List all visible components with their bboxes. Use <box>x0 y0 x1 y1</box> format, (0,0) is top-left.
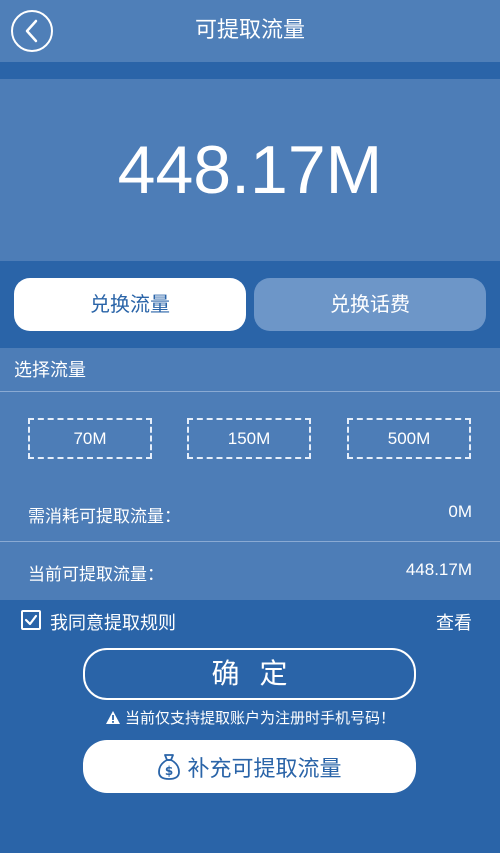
confirm-button[interactable]: 确定 <box>83 648 416 700</box>
agree-row: 我同意提取规则 查看 <box>0 600 500 640</box>
notice-text: 当前仅支持提取账户为注册时手机号码！ <box>124 709 395 727</box>
option-500m[interactable]: 500M <box>347 418 471 459</box>
header-divider <box>0 62 500 79</box>
tab-exchange-data[interactable]: 兑换流量 <box>14 278 246 331</box>
checkmark-icon <box>24 614 38 626</box>
current-row: 当前可提取流量： 448.17M <box>0 552 500 592</box>
notice-row: 当前仅支持提取账户为注册时手机号码！ <box>0 707 500 728</box>
top-bar: 可提取流量 <box>0 0 500 62</box>
current-value: 448.17M <box>405 560 472 579</box>
consume-value: 0M <box>448 502 472 521</box>
select-data-label: 选择流量 <box>14 360 86 381</box>
tab-bar: 兑换流量 兑换话费 <box>0 261 500 348</box>
divider <box>0 391 500 392</box>
agree-checkbox[interactable] <box>21 610 41 630</box>
option-150m[interactable]: 150M <box>187 418 311 459</box>
view-rules-link[interactable]: 查看 <box>436 609 472 635</box>
warning-icon <box>105 711 120 724</box>
option-70m[interactable]: 70M <box>28 418 152 459</box>
balance-panel: 448.17M <box>0 79 500 261</box>
consume-row: 需消耗可提取流量： 0M <box>0 494 500 534</box>
divider <box>0 541 500 542</box>
money-bag-icon: $ <box>157 753 181 781</box>
agree-text[interactable]: 我同意提取规则 <box>50 609 176 635</box>
svg-text:$: $ <box>165 764 173 778</box>
supplement-label: 补充可提取流量 <box>187 756 342 782</box>
page-title: 可提取流量 <box>194 18 305 43</box>
tab-exchange-credit[interactable]: 兑换话费 <box>254 278 486 331</box>
supplement-button[interactable]: $ 补充可提取流量 <box>83 740 416 793</box>
consume-label: 需消耗可提取流量： <box>28 507 181 527</box>
exchange-panel: 选择流量 70M 150M 500M 需消耗可提取流量： 0M 当前可提取流量：… <box>0 348 500 600</box>
balance-amount: 448.17M <box>117 132 383 208</box>
current-label: 当前可提取流量： <box>28 565 164 585</box>
